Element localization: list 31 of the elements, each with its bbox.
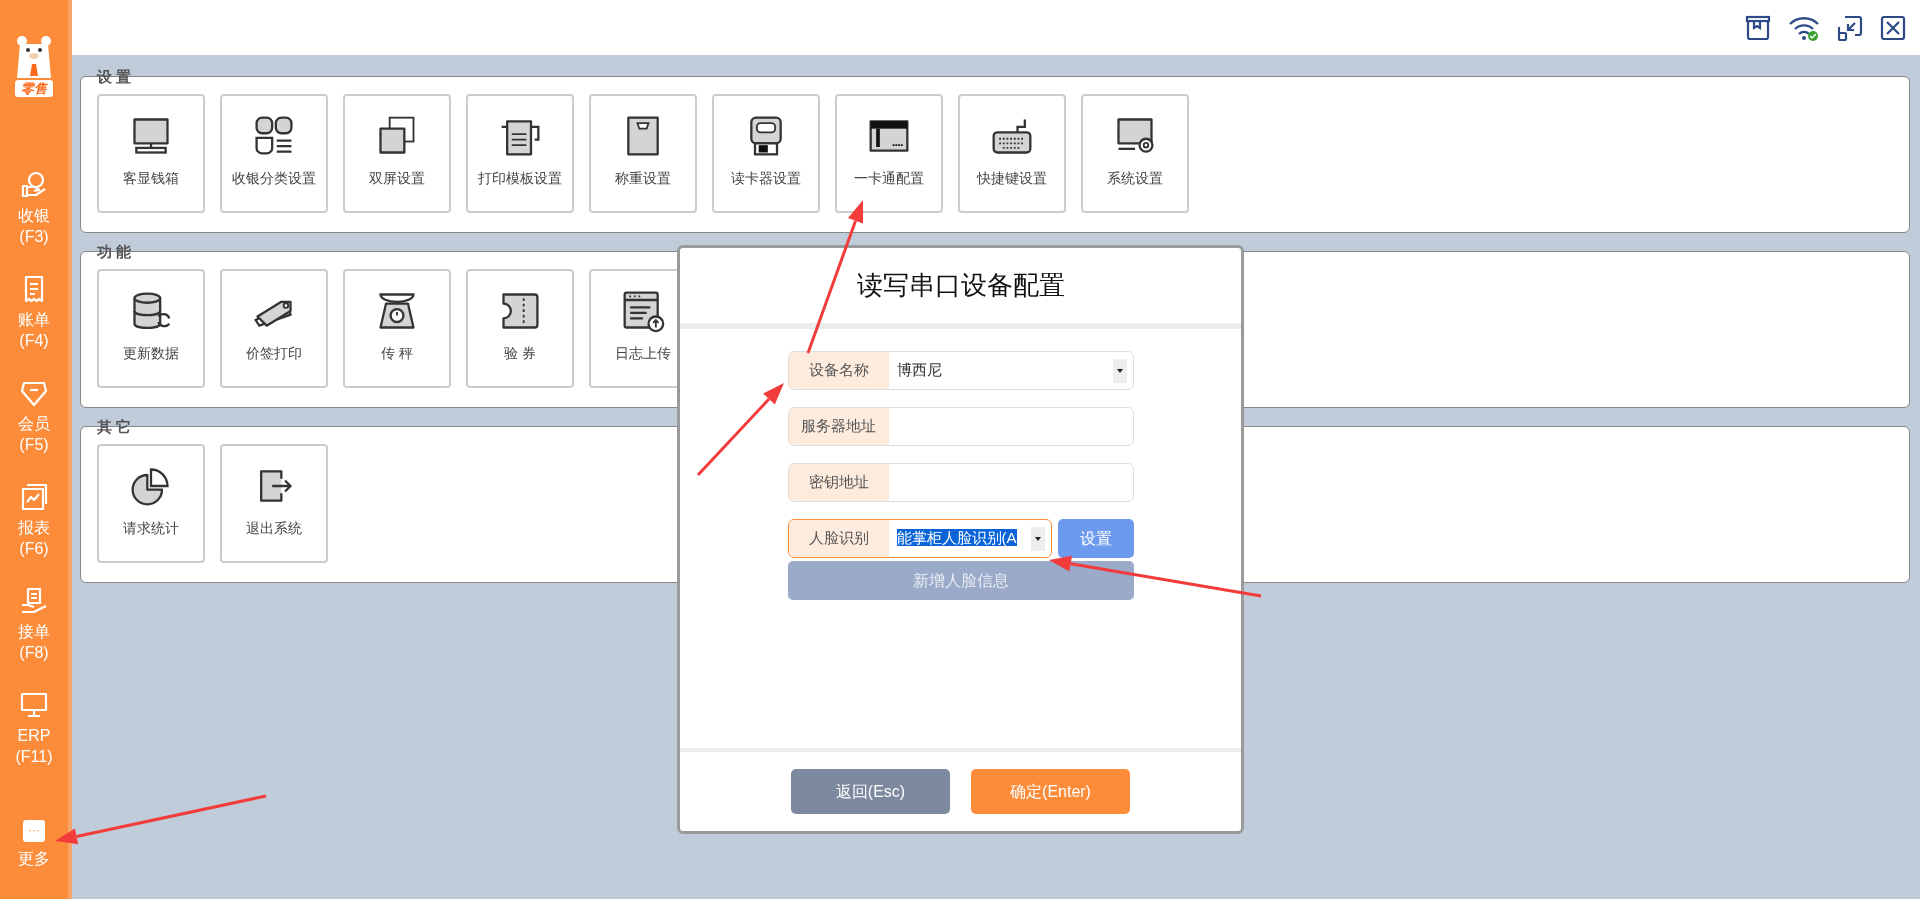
- tile-button[interactable]: 验 券: [466, 269, 574, 388]
- close-icon[interactable]: [1880, 14, 1906, 41]
- monitor-icon: [20, 691, 48, 719]
- cancel-button[interactable]: 返回(Esc): [791, 769, 950, 814]
- tile-button[interactable]: 系统设置: [1081, 94, 1189, 213]
- tile-button[interactable]: 传 秤: [343, 269, 451, 388]
- shrink-window-icon[interactable]: [1837, 14, 1863, 41]
- tile-button[interactable]: 更新数据: [97, 269, 205, 388]
- wifi-icon[interactable]: [1788, 14, 1820, 41]
- archive-box-icon[interactable]: [1745, 14, 1771, 41]
- coin-hand-icon: [20, 171, 48, 199]
- tile-button[interactable]: 快捷键设置: [958, 94, 1066, 213]
- logo-text: 零售: [15, 80, 53, 97]
- tile-button[interactable]: 收银分类设置: [220, 94, 328, 213]
- tile-button[interactable]: 一卡通配置: [835, 94, 943, 213]
- grid-icon: [252, 114, 296, 158]
- chart-icon: [20, 483, 48, 511]
- more-icon: ···: [23, 820, 45, 842]
- tile-button[interactable]: 打印模板设置: [466, 94, 574, 213]
- tile-button[interactable]: 请求统计: [97, 444, 205, 563]
- tile-button[interactable]: 客显钱箱: [97, 94, 205, 213]
- tile-button[interactable]: 价签打印: [220, 269, 328, 388]
- tile-button[interactable]: 读卡器设置: [712, 94, 820, 213]
- tile-button[interactable]: 称重设置: [589, 94, 697, 213]
- upload-icon: [621, 289, 665, 333]
- bear-logo-icon: [14, 34, 54, 78]
- tile-button[interactable]: 退出系统: [220, 444, 328, 563]
- tile-button[interactable]: 双屏设置: [343, 94, 451, 213]
- hand-document-icon: [20, 587, 48, 615]
- shield-icon: [20, 379, 48, 407]
- dialog-title: 读写串口设备配置: [856, 269, 1065, 302]
